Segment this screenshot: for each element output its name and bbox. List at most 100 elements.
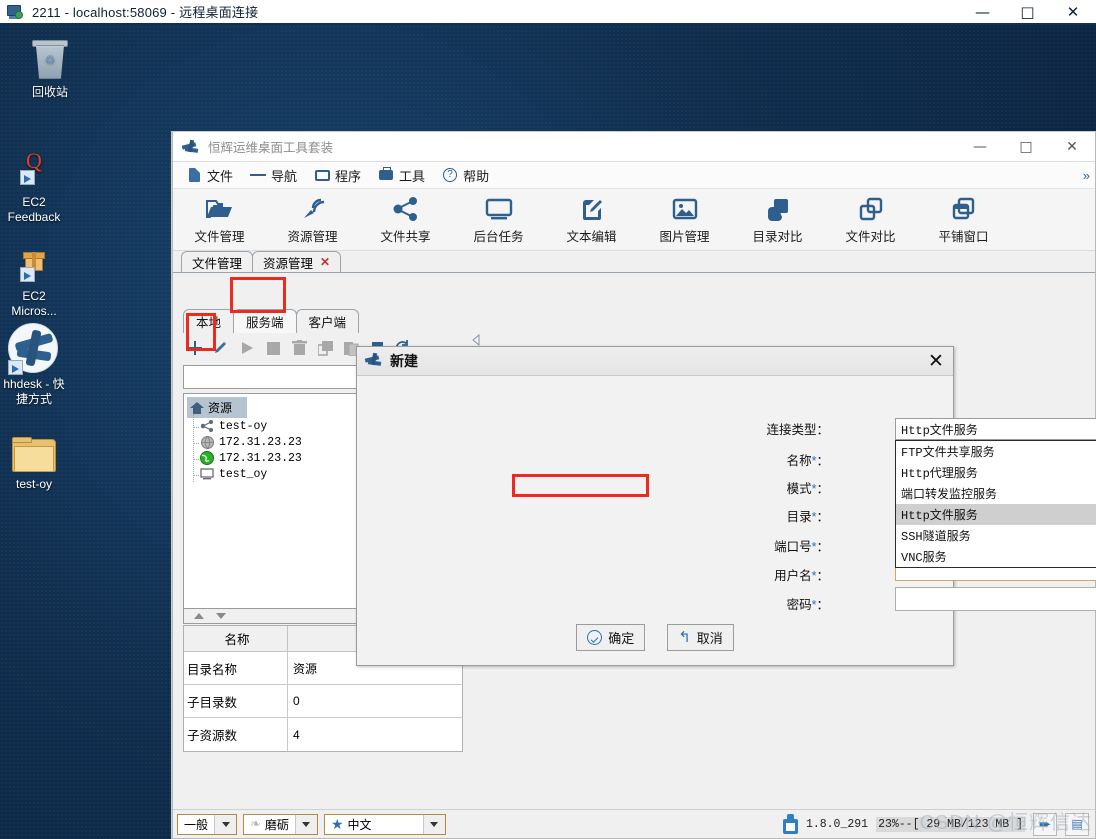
tab-resource-manage[interactable]: 资源管理 ✕ <box>252 251 342 272</box>
menu-item-nav[interactable]: 导航 <box>243 163 304 188</box>
desktop-icon-hhdesk[interactable]: hhdesk - 快 捷方式 <box>0 323 86 407</box>
desktop-icon-test-oy[interactable]: test-oy <box>0 425 86 492</box>
expand-down-icon[interactable] <box>216 613 226 619</box>
field-row-mode: 模式*： <box>357 477 953 497</box>
statusbar-combo-general[interactable]: 一般 <box>177 813 238 835</box>
tree-footer <box>183 609 359 624</box>
server-filter-input[interactable] <box>183 365 359 389</box>
dropdown-option-3[interactable]: Http文件服务 <box>896 504 1096 525</box>
subtab-local[interactable]: 本地 <box>183 309 235 333</box>
stop-icon[interactable] <box>263 338 283 358</box>
ok-button[interactable]: 确定 <box>576 624 646 651</box>
dropdown-option-label: 端口转发监控服务 <box>901 488 998 502</box>
tree-item-0[interactable]: test-oy <box>184 418 358 434</box>
desktop-icon-ec2-feedback[interactable]: Q EC2 Feedback <box>0 143 86 225</box>
os-minimize-button[interactable]: — <box>960 0 1005 23</box>
dialog-close-button[interactable]: ✕ <box>919 347 953 375</box>
property-value: 4 <box>293 727 300 742</box>
tree-root-node[interactable]: 资源 <box>187 397 247 418</box>
menubar-overflow-icon[interactable]: » <box>1083 168 1090 183</box>
cancel-button[interactable]: ↰ 取消 <box>667 624 734 651</box>
os-close-button[interactable]: ✕ <box>1050 0 1096 23</box>
toolbar-button-tile-windows[interactable]: 平铺窗口 <box>917 194 1010 245</box>
share-icon <box>359 194 452 224</box>
os-maximize-button[interactable]: □ <box>1005 0 1050 23</box>
password-input[interactable] <box>895 587 1096 611</box>
app-maximize-button[interactable]: □ <box>1003 132 1049 161</box>
desktop-icon-ec2-microsoft[interactable]: EC2 Micros... <box>0 237 86 319</box>
app-window-controls: — □ ✕ <box>957 132 1095 161</box>
field-row-name: 名称*： <box>357 449 953 469</box>
table-row[interactable]: 子目录数 0 <box>184 685 462 718</box>
help-icon: ? <box>442 167 458 183</box>
hhdesk-logo-icon <box>364 352 383 370</box>
app-titlebar: 恒辉运维桌面工具套装 — □ ✕ <box>173 132 1095 162</box>
toolbar-button-file-compare[interactable]: 文件对比 <box>824 194 917 245</box>
dropdown-option-0[interactable]: FTP文件共享服务 <box>896 441 1096 462</box>
globe-gray-icon <box>200 435 214 449</box>
trash-icon[interactable] <box>289 338 309 358</box>
statusbar-combo-theme[interactable]: ❧ 磨砺 <box>243 813 318 835</box>
hhdesk-logo-icon <box>181 139 200 155</box>
field-label: 端口号 <box>774 539 812 554</box>
dropdown-option-5[interactable]: VNC服务 <box>896 546 1096 567</box>
duplicate-icon[interactable] <box>315 338 335 358</box>
menu-item-program[interactable]: 程序 <box>307 163 368 188</box>
field-label: 名称 <box>786 453 812 468</box>
desktop-icon-recycle-bin[interactable]: ♲ 回收站 <box>0 33 102 100</box>
app-minimize-button[interactable]: — <box>957 132 1003 161</box>
tree-item-1[interactable]: 172.31.23.23 <box>184 434 358 450</box>
tabstrip: 文件管理 资源管理 ✕ <box>173 251 1095 273</box>
pencil-icon[interactable] <box>211 338 231 358</box>
dropdown-option-label: VNC服务 <box>901 551 947 565</box>
tree-item-3[interactable]: test_oy <box>184 466 358 482</box>
subtab-server[interactable]: 服务端 <box>233 309 297 333</box>
tab-close-icon[interactable]: ✕ <box>320 255 330 269</box>
menu-item-help[interactable]: ? 帮助 <box>435 163 496 188</box>
app-close-button[interactable]: ✕ <box>1049 132 1095 161</box>
toolbar-label: 资源管理 <box>287 230 338 244</box>
resource-tree: 资源 test-oy 172.31.23.23 172.31.23.23 tes… <box>183 393 359 609</box>
tree-item-2[interactable]: 172.31.23.23 <box>184 450 358 466</box>
tree-root-label: 资源 <box>208 401 233 415</box>
plus-icon[interactable] <box>185 338 205 358</box>
toolbar-button-text-edit[interactable]: 文本编辑 <box>545 194 638 245</box>
app-window-title: 恒辉运维桌面工具套装 <box>208 141 334 155</box>
folder-open-icon <box>173 194 266 224</box>
table-row[interactable]: 子资源数 4 <box>184 718 462 751</box>
leaf-icon: ❧ <box>250 816 261 831</box>
toolbar-button-resource-manage[interactable]: 资源管理 <box>266 194 359 245</box>
property-name: 子资源数 <box>184 718 288 751</box>
toolbar-button-image-manage[interactable]: 图片管理 <box>638 194 731 245</box>
field-label-suffix: ： <box>816 481 829 496</box>
statusbar-combo-language[interactable]: ★ 中文 <box>323 813 446 835</box>
chevron-down-icon[interactable] <box>422 814 445 834</box>
tab-file-manage[interactable]: 文件管理 <box>181 251 254 272</box>
field-label-suffix: ： <box>816 539 829 554</box>
menu-label: 程序 <box>335 168 362 184</box>
version-label: 1.8.0_291 <box>805 817 869 831</box>
dropdown-option-4[interactable]: SSH隧道服务 <box>896 525 1096 546</box>
dropdown-option-label: FTP文件共享服务 <box>901 446 995 460</box>
menu-label: 帮助 <box>463 168 490 184</box>
play-icon[interactable] <box>237 338 257 358</box>
globe-green-icon <box>200 451 214 465</box>
menu-item-tools[interactable]: 工具 <box>371 163 432 188</box>
toolbar-button-dir-compare[interactable]: 目录对比 <box>731 194 824 245</box>
connection-type-combo[interactable]: Http文件服务 <box>895 418 1096 440</box>
dialog-title: 新建 <box>390 353 418 369</box>
chevron-down-icon[interactable] <box>294 814 317 834</box>
toolbar-button-file-manage[interactable]: 文件管理 <box>173 194 266 245</box>
toolbar-label: 文件共享 <box>380 230 431 244</box>
dropdown-option-1[interactable]: Http代理服务 <box>896 462 1096 483</box>
collapse-up-icon[interactable] <box>194 613 204 619</box>
dropdown-option-2[interactable]: 端口转发监控服务 <box>896 483 1096 504</box>
chevron-down-icon[interactable] <box>214 814 237 834</box>
toolbar-label: 文件管理 <box>194 230 245 244</box>
subtab-client[interactable]: 客户端 <box>295 309 360 333</box>
toolbar-button-background-tasks[interactable]: 后台任务 <box>452 194 545 245</box>
menu-item-file[interactable]: 文件 <box>179 163 240 188</box>
toolbar-button-file-share[interactable]: 文件共享 <box>359 194 452 245</box>
collapse-left-icon[interactable] <box>471 333 481 347</box>
field-label: 模式 <box>786 481 812 496</box>
